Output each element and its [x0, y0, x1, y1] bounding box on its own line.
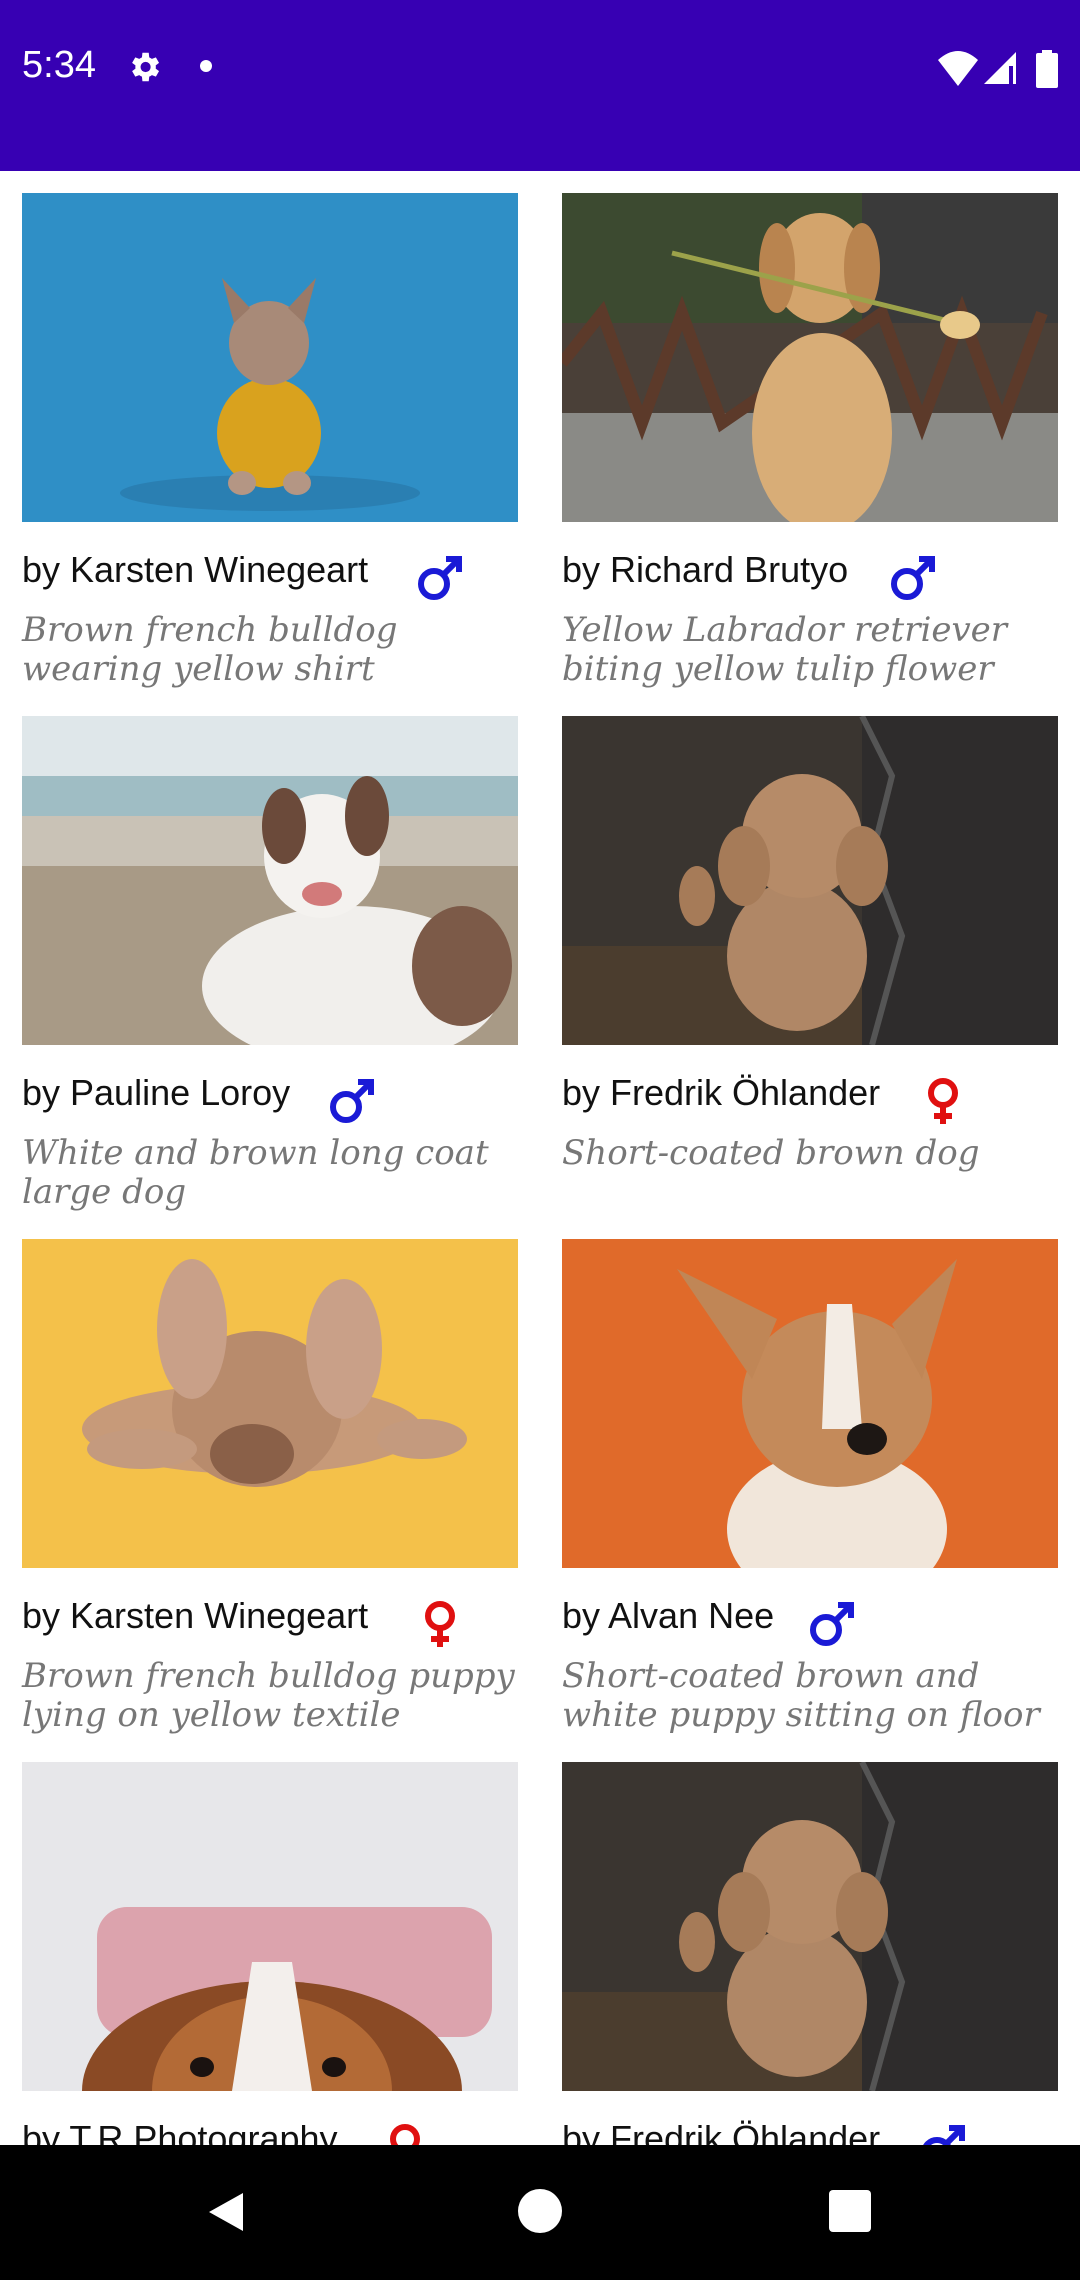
dog-grid[interactable]: by Karsten Winegeart Brown french bulldo…: [0, 171, 1080, 2145]
battery-icon: [1036, 50, 1058, 88]
female-icon: [390, 2124, 420, 2145]
dog-description: Short-coated brown dog: [562, 1133, 980, 1173]
male-icon: [418, 556, 462, 600]
male-icon: [810, 1602, 854, 1646]
dog-author: by Karsten Winegeart: [22, 549, 369, 590]
dog-photo[interactable]: [22, 193, 518, 522]
wifi-icon: [938, 51, 978, 86]
cell-signal-icon: [984, 52, 1016, 84]
dog-photo[interactable]: [562, 716, 1058, 1045]
dog-photo[interactable]: [562, 1239, 1058, 1568]
dog-author: by Fredrik Öhlander: [562, 2118, 881, 2145]
dog-description: White and brown long coat large dog: [22, 1133, 489, 1212]
male-icon: [330, 1079, 374, 1123]
dog-author: by Richard Brutyo: [562, 549, 849, 590]
back-icon[interactable]: [203, 2189, 249, 2235]
female-icon: [928, 1078, 958, 1124]
dog-author: by T.R Photography: [22, 2118, 338, 2145]
dog-photo[interactable]: [22, 716, 518, 1045]
dog-photo[interactable]: [22, 1239, 518, 1568]
notification-dot-icon: [200, 60, 212, 72]
dog-author: by Karsten Winegeart: [22, 1595, 369, 1636]
gear-icon: [132, 52, 160, 82]
status-bar: 5:34: [0, 0, 1080, 171]
dog-description: Brown french bulldog wearing yellow shir…: [22, 610, 398, 689]
recents-icon[interactable]: [829, 2190, 871, 2232]
navigation-bar: [0, 2145, 1080, 2280]
dog-description: Short-coated brown and white puppy sitti…: [562, 1656, 1040, 1735]
male-icon: [891, 556, 935, 600]
male-icon: [923, 2125, 965, 2145]
dog-author: by Fredrik Öhlander: [562, 1072, 881, 1113]
dog-description: Brown french bulldog puppy lying on yell…: [22, 1656, 515, 1735]
dog-photo[interactable]: [562, 1762, 1058, 2091]
status-time: 5:34: [22, 44, 96, 86]
dog-author: by Alvan Nee: [562, 1595, 775, 1636]
dog-photo[interactable]: [22, 1762, 518, 2091]
home-icon[interactable]: [518, 2189, 562, 2233]
female-icon: [425, 1601, 455, 1647]
dog-photo[interactable]: [562, 193, 1058, 522]
dog-author: by Pauline Loroy: [22, 1072, 291, 1113]
dog-description: Yellow Labrador retriever biting yellow …: [562, 610, 1008, 689]
